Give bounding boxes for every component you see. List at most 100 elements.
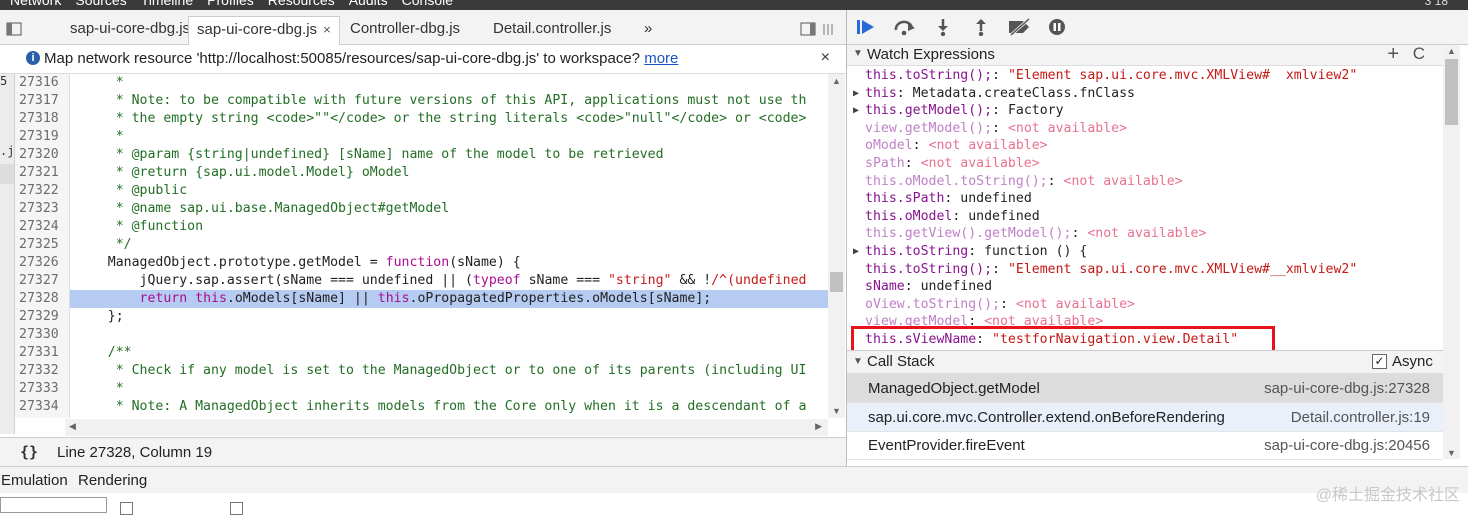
deactivate-breakpoints-icon[interactable] <box>1007 17 1030 37</box>
line-number[interactable]: 27332 <box>15 362 70 380</box>
line-number[interactable]: 27326 <box>15 254 70 272</box>
toggle-navigator-icon[interactable] <box>0 16 22 44</box>
top-menu-item[interactable]: Network <box>10 0 61 8</box>
call-frame[interactable]: sap.ui.core.mvc.Controller.extend.onBefo… <box>847 402 1443 432</box>
code-line[interactable]: 27324 * @function <box>15 218 828 236</box>
collapse-triangle-icon[interactable]: ▼ <box>853 356 863 367</box>
top-menu-item[interactable]: Audits <box>349 0 388 8</box>
expand-triangle-icon[interactable]: ▶ <box>853 243 859 260</box>
line-number[interactable]: 27335 <box>15 416 70 418</box>
editor-horizontal-scrollbar[interactable]: ◀ ▶ <box>65 419 828 436</box>
code-line[interactable]: 27326 ManagedObject.prototype.getModel =… <box>15 254 828 272</box>
pretty-print-button[interactable]: {} <box>20 443 38 461</box>
frame-location[interactable]: sap-ui-core-dbg.js:27328 <box>1264 380 1430 397</box>
close-infobar-icon[interactable]: × <box>821 49 830 67</box>
refresh-watch-icon[interactable]: C <box>1413 44 1425 64</box>
line-number[interactable]: 27323 <box>15 200 70 218</box>
editor-vertical-scrollbar[interactable]: ▲ ▼ <box>828 74 845 418</box>
watch-expressions-header[interactable]: ▼ Watch Expressions + C <box>847 43 1443 66</box>
code-line[interactable]: 27320 * @param {string|undefined} [sName… <box>15 146 828 164</box>
line-number[interactable]: 27329 <box>15 308 70 326</box>
code-line[interactable]: 27322 * @public <box>15 182 828 200</box>
line-number[interactable]: 27331 <box>15 344 70 362</box>
code-line[interactable]: 27316 * <box>15 74 828 92</box>
call-frame[interactable]: EventProvider.fireEvent sap-ui-core-dbg.j… <box>847 431 1443 460</box>
scroll-up-icon[interactable]: ▲ <box>832 76 841 86</box>
line-number[interactable]: 27322 <box>15 182 70 200</box>
code-line[interactable]: 27319 * <box>15 128 828 146</box>
pause-on-exceptions-icon[interactable] <box>1047 18 1069 36</box>
line-number[interactable]: 27330 <box>15 326 70 344</box>
code-line[interactable]: 27317 * Note: to be compatible with futu… <box>15 92 828 110</box>
async-checkbox[interactable]: ✓ <box>1372 354 1387 369</box>
code-line[interactable]: 27331 /** <box>15 344 828 362</box>
code-line[interactable]: 27330 <box>15 326 828 344</box>
line-number[interactable]: 27328 <box>15 290 70 308</box>
step-into-icon[interactable] <box>932 18 954 37</box>
tab-detail-controller[interactable]: Detail.controller.js <box>485 16 619 44</box>
watch-value: function () { <box>984 244 1088 259</box>
frame-location[interactable]: Detail.controller.js:19 <box>1291 409 1430 426</box>
top-menu-item[interactable]: Profiles <box>207 0 254 8</box>
line-number[interactable]: 27320 <box>15 146 70 164</box>
call-stack-header[interactable]: ▼ Call Stack ✓ Async <box>847 350 1443 374</box>
line-number[interactable]: 27318 <box>15 110 70 128</box>
top-menu-item[interactable]: Sources <box>75 0 126 8</box>
tab-controller-dbg[interactable]: Controller-dbg.js <box>342 16 468 44</box>
watch-value: Metadata.createClass.fnClass <box>912 85 1135 101</box>
code-editor[interactable]: 27316 * 27317 * Note: to be compatible wi… <box>15 74 828 418</box>
drawer-select[interactable] <box>0 497 107 513</box>
scroll-right-icon[interactable]: ▶ <box>815 421 822 432</box>
call-frame[interactable]: ManagedObject.getModel sap-ui-core-dbg.js… <box>847 374 1443 403</box>
tab-rendering[interactable]: Rendering <box>78 472 147 489</box>
line-number[interactable]: 27319 <box>15 128 70 146</box>
line-number[interactable]: 27327 <box>15 272 70 290</box>
toggle-debugger-icon[interactable] <box>800 16 834 44</box>
more-link[interactable]: more <box>644 50 678 67</box>
line-number[interactable]: 27324 <box>15 218 70 236</box>
top-menu-item[interactable]: Timeline <box>141 0 193 8</box>
tab-sap-ui-core-dbg-2[interactable]: sap-ui-core-dbg.js × <box>188 16 340 46</box>
scroll-down-icon[interactable]: ▼ <box>1447 448 1456 458</box>
code-line[interactable]: 27325 */ <box>15 236 828 254</box>
scroll-up-icon[interactable]: ▲ <box>1447 46 1456 56</box>
line-number[interactable]: 27325 <box>15 236 70 254</box>
code-line[interactable]: 27329 }; <box>15 308 828 326</box>
tab-emulation[interactable]: Emulation <box>1 472 68 489</box>
expand-triangle-icon[interactable]: ▶ <box>853 85 859 102</box>
step-over-icon[interactable] <box>893 18 915 36</box>
line-number[interactable]: 27317 <box>15 92 70 110</box>
collapse-triangle-icon[interactable]: ▼ <box>853 48 863 59</box>
close-tab-icon[interactable]: × <box>323 22 331 37</box>
tab-sap-ui-core-dbg-1[interactable]: sap-ui-core-dbg.js <box>62 16 198 44</box>
code-line[interactable]: 27327 jQuery.sap.assert(sName === undefi… <box>15 272 828 290</box>
top-menu-item[interactable]: Console <box>402 0 453 8</box>
sidebar-vertical-scrollbar[interactable]: ▲ ▼ <box>1443 45 1460 459</box>
code-line[interactable]: 27323 * @name sap.ui.base.ManagedObject#… <box>15 200 828 218</box>
scroll-thumb[interactable] <box>1445 59 1458 125</box>
code-line[interactable]: 27321 * @return {sap.ui.model.Model} oMo… <box>15 164 828 182</box>
scroll-down-icon[interactable]: ▼ <box>832 406 841 416</box>
drawer-checkbox[interactable] <box>230 502 243 515</box>
drawer-checkbox[interactable] <box>120 502 133 515</box>
tabs-overflow-button[interactable]: » <box>636 16 660 44</box>
line-number[interactable]: 27321 <box>15 164 70 182</box>
code-line[interactable]: 27318 * the empty string <code>""</code>… <box>15 110 828 128</box>
scroll-thumb[interactable] <box>830 272 843 292</box>
top-menu-item[interactable]: Resources <box>268 0 335 8</box>
frame-location[interactable]: sap-ui-core-dbg.js:20456 <box>1264 437 1430 454</box>
code-line[interactable]: 27332 * Check if any model is set to the… <box>15 362 828 380</box>
line-number[interactable]: 27333 <box>15 380 70 398</box>
code-line[interactable]: 27328 return this.oModels[sName] || this… <box>15 290 828 308</box>
expand-triangle-icon[interactable]: ▶ <box>853 102 859 119</box>
line-number[interactable]: 27316 <box>15 74 70 92</box>
code-line[interactable]: 27333 * <box>15 380 828 398</box>
code-line[interactable]: 27334 * Note: A ManagedObject inherits m… <box>15 398 828 416</box>
add-watch-icon[interactable]: + <box>1387 43 1399 66</box>
code-line[interactable]: 27335 * <box>15 416 828 418</box>
resume-icon[interactable] <box>855 18 877 36</box>
step-out-icon[interactable] <box>970 18 992 37</box>
line-number[interactable]: 27334 <box>15 398 70 416</box>
scroll-left-icon[interactable]: ◀ <box>69 421 76 432</box>
code-token: /** <box>76 345 132 360</box>
